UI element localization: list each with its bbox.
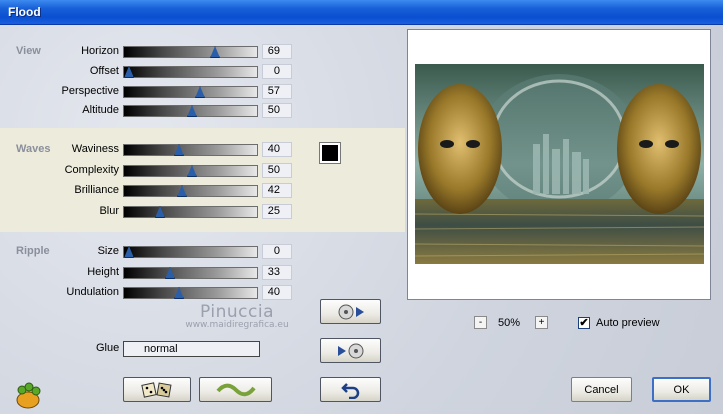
value-field-brilliance[interactable]: 42	[262, 183, 292, 198]
slider-horizon[interactable]	[123, 46, 258, 58]
slider-thumb[interactable]	[174, 287, 184, 299]
zoom-out-button[interactable]: -	[474, 316, 487, 329]
value-field-undulation[interactable]: 40	[262, 285, 292, 300]
param-label-waviness: Waviness	[71, 143, 119, 155]
dice-icon	[141, 381, 172, 398]
plugin-logo-icon	[16, 382, 41, 409]
value-field-altitude[interactable]: 50	[262, 103, 292, 118]
value-field-blur[interactable]: 25	[262, 204, 292, 219]
value-field-offset[interactable]: 0	[262, 64, 292, 79]
zoom-level: 50%	[498, 317, 521, 329]
auto-preview-checkbox[interactable]: ✔	[578, 317, 590, 329]
preview-frame	[407, 29, 711, 300]
save-preset-button[interactable]	[320, 299, 381, 324]
param-label-height: Height	[87, 266, 119, 278]
preview-image	[415, 64, 704, 264]
disc-forward-icon	[338, 304, 364, 319]
value-field-height[interactable]: 33	[262, 265, 292, 280]
watermark: Pinuccia www.maidiregrafica.eu	[177, 302, 297, 330]
param-label-perspective: Perspective	[61, 85, 119, 97]
slider-thumb[interactable]	[124, 66, 134, 78]
wave-preset-button[interactable]	[199, 377, 272, 402]
slider-thumb[interactable]	[210, 46, 220, 58]
title-bar: Flood	[0, 0, 723, 25]
param-label-blur: Blur	[99, 205, 119, 217]
param-label-horizon: Horizon	[81, 45, 119, 57]
disc-back-icon	[337, 343, 363, 358]
param-label-brilliance: Brilliance	[74, 184, 119, 196]
slider-thumb[interactable]	[187, 105, 197, 117]
wave-icon	[215, 383, 256, 396]
slider-height[interactable]	[123, 267, 258, 279]
auto-preview-label: Auto preview	[596, 317, 660, 329]
load-preset-button[interactable]	[320, 338, 381, 363]
app-logo	[13, 380, 43, 410]
slider-size[interactable]	[123, 246, 258, 258]
glue-label: Glue	[96, 342, 120, 354]
slider-perspective[interactable]	[123, 86, 258, 98]
param-label-undulation: Undulation	[66, 286, 119, 298]
ok-button[interactable]: OK	[652, 377, 711, 402]
slider-offset[interactable]	[123, 66, 258, 78]
waves-color-swatch[interactable]	[319, 142, 341, 164]
slider-complexity[interactable]	[123, 165, 258, 177]
slider-thumb[interactable]	[165, 267, 175, 279]
slider-waviness[interactable]	[123, 144, 258, 156]
slider-thumb[interactable]	[177, 185, 187, 197]
slider-thumb[interactable]	[174, 144, 184, 156]
randomize-button[interactable]	[123, 377, 191, 402]
value-field-perspective[interactable]: 57	[262, 84, 292, 99]
value-field-waviness[interactable]: 40	[262, 142, 292, 157]
zoom-in-button[interactable]: +	[535, 316, 548, 329]
slider-thumb[interactable]	[155, 206, 165, 218]
value-field-complexity[interactable]: 50	[262, 163, 292, 178]
value-field-size[interactable]: 0	[262, 244, 292, 259]
cancel-button[interactable]: Cancel	[571, 377, 632, 402]
watermark-line1: Pinuccia	[200, 302, 274, 322]
param-label-altitude: Altitude	[82, 104, 119, 116]
param-label-offset: Offset	[89, 65, 119, 77]
slider-brilliance[interactable]	[123, 185, 258, 197]
glue-select[interactable]: normal	[123, 341, 260, 357]
undo-arrow-icon	[340, 382, 359, 399]
slider-blur[interactable]	[123, 206, 258, 218]
watermark-line2: www.maidiregrafica.eu	[185, 320, 289, 330]
slider-thumb[interactable]	[187, 165, 197, 177]
value-field-horizon[interactable]: 69	[262, 44, 292, 59]
slider-thumb[interactable]	[124, 246, 134, 258]
slider-undulation[interactable]	[123, 287, 258, 299]
param-label-complexity: Complexity	[64, 164, 119, 176]
slider-thumb[interactable]	[195, 86, 205, 98]
slider-altitude[interactable]	[123, 105, 258, 117]
undo-button[interactable]	[320, 377, 381, 402]
window-title: Flood	[8, 5, 41, 19]
param-label-size: Size	[97, 245, 119, 257]
